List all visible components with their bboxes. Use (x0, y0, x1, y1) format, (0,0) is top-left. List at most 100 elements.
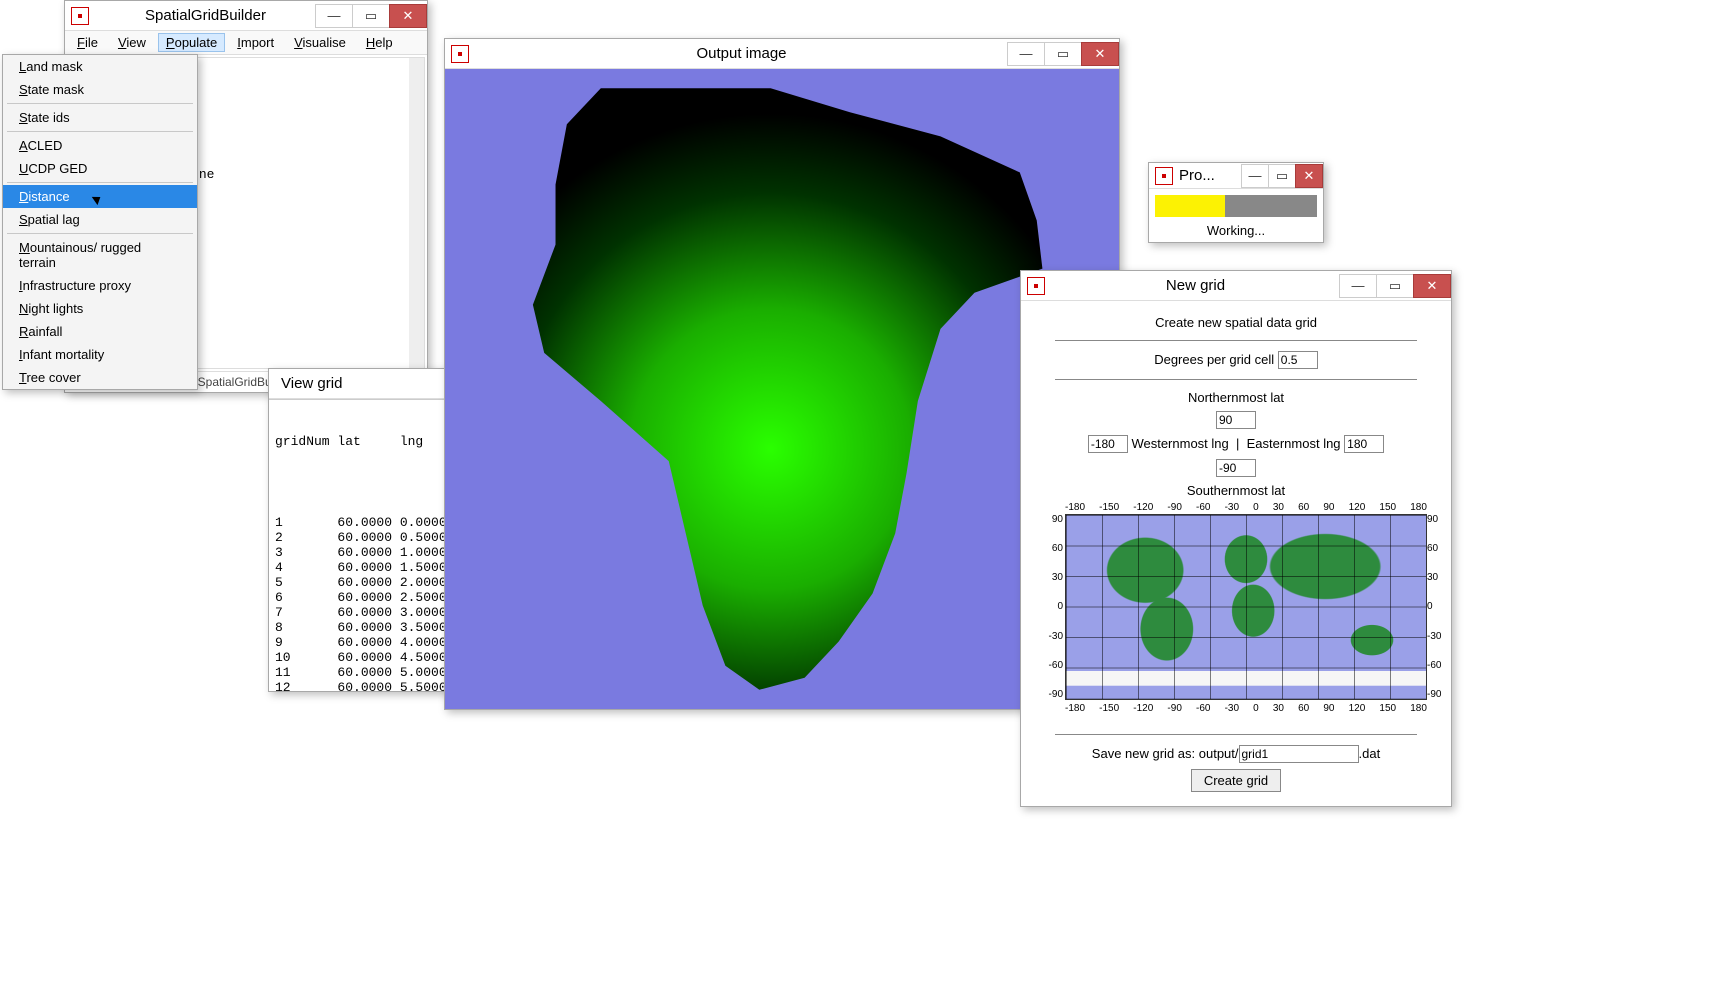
x-tick: -150 (1099, 703, 1119, 714)
x-tick: 0 (1253, 703, 1259, 714)
x-tick: 150 (1379, 502, 1396, 513)
y-tick: 60 (1427, 543, 1449, 554)
west-input[interactable] (1088, 435, 1128, 453)
output-image-window: Output image — ▭ ✕ (444, 38, 1120, 710)
progress-fill (1155, 195, 1225, 217)
menu-populate[interactable]: Populate (158, 33, 225, 52)
progress-window: Pro... — ▭ ✕ Working... (1148, 162, 1324, 243)
menu-item-infrastructure-proxy[interactable]: Infrastructure proxy (3, 274, 197, 297)
window-title: SpatialGridBuilder (95, 7, 316, 24)
y-tick: 90 (1041, 514, 1063, 525)
menu-item-state-ids[interactable]: State ids (3, 106, 197, 129)
south-input[interactable] (1216, 459, 1256, 477)
x-tick: 90 (1323, 703, 1334, 714)
world-map-inner[interactable] (1065, 514, 1427, 700)
separator (1055, 379, 1417, 380)
app-icon (451, 45, 469, 63)
y-tick: 0 (1041, 601, 1063, 612)
new-grid-window: New grid — ▭ ✕ Create new spatial data g… (1020, 270, 1452, 807)
save-label-post: .dat (1359, 746, 1381, 761)
world-gridlines (1066, 515, 1426, 699)
x-tick: -60 (1196, 703, 1210, 714)
menu-import[interactable]: Import (229, 33, 282, 52)
x-tick: -180 (1065, 703, 1085, 714)
y-tick: 30 (1041, 572, 1063, 583)
east-input[interactable] (1344, 435, 1384, 453)
save-label-pre: Save new grid as: output/ (1092, 746, 1239, 761)
menu-separator (7, 182, 193, 183)
app-icon (71, 7, 89, 25)
minimize-button[interactable]: — (1339, 274, 1377, 298)
output-titlebar[interactable]: Output image — ▭ ✕ (445, 39, 1119, 69)
y-tick: 60 (1041, 543, 1063, 554)
minimize-button[interactable]: — (1007, 42, 1045, 66)
separator (1055, 340, 1417, 341)
x-tick: -30 (1225, 502, 1239, 513)
x-tick: -90 (1167, 502, 1181, 513)
minimize-button[interactable]: — (315, 4, 353, 28)
save-filename-input[interactable] (1239, 745, 1359, 763)
new-grid-titlebar[interactable]: New grid — ▭ ✕ (1021, 271, 1451, 301)
output-map (445, 69, 1119, 709)
main-titlebar[interactable]: SpatialGridBuilder — ▭ ✕ (65, 1, 427, 31)
menu-item-ucdp-ged[interactable]: UCDP GED (3, 157, 197, 180)
close-button[interactable]: ✕ (1081, 42, 1119, 66)
progress-label: Working... (1149, 223, 1323, 242)
maximize-button[interactable]: ▭ (1376, 274, 1414, 298)
separator (1055, 734, 1417, 735)
progress-titlebar[interactable]: Pro... — ▭ ✕ (1149, 163, 1323, 189)
menu-item-acled[interactable]: ACLED (3, 134, 197, 157)
x-tick: 180 (1410, 502, 1427, 513)
north-label: Northernmost lat (1025, 390, 1447, 405)
menu-help[interactable]: Help (358, 33, 401, 52)
menu-item-state-mask[interactable]: State mask (3, 78, 197, 101)
x-tick: 30 (1273, 502, 1284, 513)
x-tick: 0 (1253, 502, 1259, 513)
create-grid-button[interactable]: Create grid (1191, 769, 1281, 792)
window-title: Output image (475, 45, 1008, 62)
app-icon (1155, 167, 1173, 185)
menubar: File View Populate Import Visualise Help (65, 31, 427, 55)
menu-item-night-lights[interactable]: Night lights (3, 297, 197, 320)
menu-visualise[interactable]: Visualise (286, 33, 354, 52)
menu-separator (7, 233, 193, 234)
x-tick: -120 (1133, 502, 1153, 513)
y-tick: -30 (1427, 631, 1449, 642)
x-tick: 120 (1349, 502, 1366, 513)
deg-input[interactable] (1278, 351, 1318, 369)
x-tick: -150 (1099, 502, 1119, 513)
x-tick: -60 (1196, 502, 1210, 513)
x-tick: 150 (1379, 703, 1396, 714)
maximize-button[interactable]: ▭ (1268, 164, 1296, 188)
y-tick: 30 (1427, 572, 1449, 583)
x-tick: -30 (1225, 703, 1239, 714)
close-button[interactable]: ✕ (1413, 274, 1451, 298)
menu-item-spatial-lag[interactable]: Spatial lag (3, 208, 197, 231)
africa-shape (499, 88, 1065, 690)
x-tick: 90 (1323, 502, 1334, 513)
y-tick: -60 (1427, 660, 1449, 671)
minimize-button[interactable]: — (1241, 164, 1269, 188)
west-label: Westernmost lng (1131, 436, 1228, 451)
close-button[interactable]: ✕ (1295, 164, 1323, 188)
menu-item-rainfall[interactable]: Rainfall (3, 320, 197, 343)
north-input[interactable] (1216, 411, 1256, 429)
south-label: Southernmost lat (1025, 483, 1447, 498)
menu-item-tree-cover[interactable]: Tree cover (3, 366, 197, 389)
menu-view[interactable]: View (110, 33, 154, 52)
menu-item-mountainous-rugged-terrain[interactable]: Mountainous/ rugged terrain (3, 236, 197, 274)
close-button[interactable]: ✕ (389, 4, 427, 28)
populate-dropdown: Land maskState mask State ids ACLEDUCDP GE… (2, 54, 198, 390)
deg-label: Degrees per grid cell (1154, 352, 1274, 367)
menu-file[interactable]: File (69, 33, 106, 52)
console-scrollbar[interactable] (409, 58, 424, 368)
menu-item-land-mask[interactable]: Land mask (3, 55, 197, 78)
menu-item-infant-mortality[interactable]: Infant mortality (3, 343, 197, 366)
x-tick: 60 (1298, 703, 1309, 714)
x-tick: 30 (1273, 703, 1284, 714)
maximize-button[interactable]: ▭ (352, 4, 390, 28)
y-tick: -30 (1041, 631, 1063, 642)
maximize-button[interactable]: ▭ (1044, 42, 1082, 66)
x-tick: -90 (1167, 703, 1181, 714)
east-label: Easternmost lng (1247, 436, 1341, 451)
